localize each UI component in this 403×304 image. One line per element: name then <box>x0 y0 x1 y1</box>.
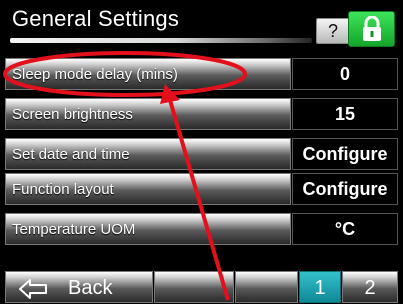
setting-value[interactable]: °C <box>292 213 398 245</box>
lock-button[interactable] <box>348 11 395 47</box>
setting-label-cell[interactable]: Temperature UOM <box>5 213 291 245</box>
settings-row-sleep-mode[interactable]: Sleep mode delay (mins) 0 <box>5 58 398 90</box>
footer-blank-button <box>235 271 298 303</box>
help-button[interactable]: ? <box>316 18 350 44</box>
setting-label: Screen brightness <box>12 106 133 123</box>
setting-value[interactable]: 15 <box>292 98 398 130</box>
back-label: Back <box>68 277 113 299</box>
lock-icon <box>363 16 381 41</box>
setting-label: Temperature UOM <box>12 221 136 238</box>
back-arrow-icon <box>19 279 47 299</box>
setting-label: Set date and time <box>12 146 130 163</box>
header-bar: General Settings ? <box>0 0 403 50</box>
setting-label: Function layout <box>12 181 114 198</box>
setting-label-cell[interactable]: Function layout <box>5 173 291 205</box>
page-title: General Settings <box>12 6 180 31</box>
footer-blank-button <box>154 271 234 303</box>
settings-row-date-time[interactable]: Set date and time Configure <box>5 138 398 170</box>
footer-bar: Back 1 2 <box>0 271 403 303</box>
help-icon: ? <box>327 21 338 41</box>
back-button[interactable]: Back <box>5 271 153 303</box>
setting-label-cell[interactable]: Sleep mode delay (mins) <box>5 58 291 90</box>
settings-row-brightness[interactable]: Screen brightness 15 <box>5 98 398 130</box>
setting-label-cell[interactable]: Set date and time <box>5 138 291 170</box>
setting-label-cell[interactable]: Screen brightness <box>5 98 291 130</box>
setting-value[interactable]: Configure <box>292 173 398 205</box>
settings-row-function-layout[interactable]: Function layout Configure <box>5 173 398 205</box>
setting-label: Sleep mode delay (mins) <box>12 66 178 83</box>
title-underline <box>10 38 312 43</box>
page-2-button[interactable]: 2 <box>342 271 398 303</box>
page-1-button[interactable]: 1 <box>299 271 341 303</box>
settings-row-temperature-uom[interactable]: Temperature UOM °C <box>5 213 398 245</box>
setting-value[interactable]: 0 <box>292 58 398 90</box>
setting-value[interactable]: Configure <box>292 138 398 170</box>
